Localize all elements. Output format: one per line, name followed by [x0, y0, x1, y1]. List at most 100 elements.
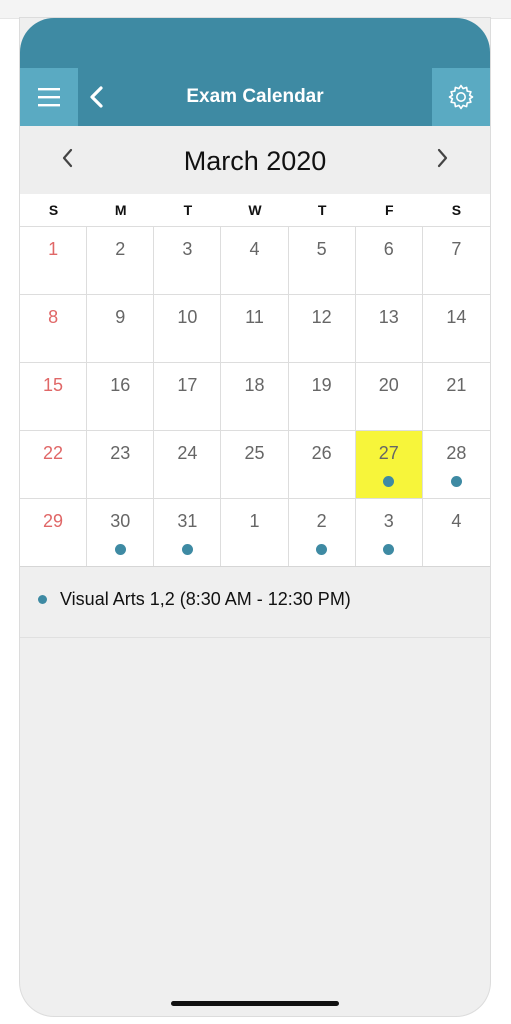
event-dot-icon — [114, 544, 126, 555]
calendar-day[interactable]: 1 — [221, 499, 289, 567]
calendar-day[interactable]: 28 — [422, 431, 490, 499]
settings-button[interactable] — [432, 68, 490, 126]
calendar-day[interactable]: 3 — [154, 227, 222, 295]
calendar-day[interactable]: 16 — [87, 363, 155, 431]
calendar-day[interactable]: 11 — [221, 295, 289, 363]
calendar-day[interactable]: 22 — [20, 431, 88, 499]
status-strip — [0, 0, 511, 19]
next-month-button[interactable] — [430, 148, 454, 172]
day-number: 5 — [316, 239, 327, 259]
chevron-right-icon — [435, 148, 449, 173]
event-list: Visual Arts 1,2 (8:30 AM - 12:30 PM) — [20, 566, 490, 638]
calendar-day[interactable]: 15 — [20, 363, 88, 431]
page-title: Exam Calendar — [186, 86, 324, 107]
calendar-day[interactable]: 6 — [355, 227, 423, 295]
weekday-label: F — [384, 202, 394, 218]
weekday-label: W — [248, 202, 262, 218]
calendar-day[interactable]: 29 — [20, 499, 88, 567]
calendar-day[interactable]: 2 — [288, 499, 356, 567]
calendar-day[interactable]: 30 — [87, 499, 155, 567]
day-number: 28 — [446, 443, 467, 463]
event-text: Visual Arts 1,2 (8:30 AM - 12:30 PM) — [60, 589, 351, 609]
day-number: 14 — [446, 307, 467, 327]
day-number: 27 — [378, 443, 399, 463]
weekday-header-row: S M T W T F S — [20, 194, 490, 226]
calendar-day[interactable]: 19 — [288, 363, 356, 431]
calendar-day[interactable]: 8 — [20, 295, 88, 363]
back-button[interactable] — [82, 80, 112, 114]
weekday-label: S — [451, 202, 462, 218]
calendar-day[interactable]: 23 — [87, 431, 155, 499]
gear-icon — [447, 83, 475, 111]
calendar-day[interactable]: 24 — [154, 431, 222, 499]
day-number: 2 — [316, 511, 327, 531]
day-number: 2 — [115, 239, 126, 259]
calendar-day[interactable]: 25 — [221, 431, 289, 499]
day-number: 19 — [311, 375, 332, 395]
day-number: 22 — [43, 443, 64, 463]
weekday-label: T — [183, 202, 193, 218]
day-number: 8 — [48, 307, 59, 327]
day-number: 31 — [177, 511, 198, 531]
calendar-day-selected[interactable]: 27 — [355, 431, 423, 499]
calendar-day[interactable]: 4 — [422, 499, 490, 567]
day-number: 17 — [177, 375, 198, 395]
day-number: 6 — [383, 239, 394, 259]
event-dot-icon — [383, 544, 395, 555]
chevron-left-icon — [61, 148, 75, 173]
weekday-label: T — [317, 202, 327, 218]
menu-button[interactable] — [20, 68, 78, 126]
chevron-left-icon — [89, 85, 105, 109]
calendar-day[interactable]: 13 — [355, 295, 423, 363]
day-number: 25 — [244, 443, 265, 463]
day-number: 11 — [245, 307, 264, 327]
day-number: 3 — [182, 239, 193, 259]
calendar-day[interactable]: 5 — [288, 227, 356, 295]
day-number: 18 — [244, 375, 265, 395]
month-title: March 2020 — [183, 146, 327, 176]
calendar-day[interactable]: 2 — [87, 227, 155, 295]
day-number: 10 — [177, 307, 198, 327]
day-number: 13 — [378, 307, 399, 327]
day-number: 24 — [177, 443, 198, 463]
event-dot-icon — [383, 476, 395, 487]
calendar-day[interactable]: 21 — [422, 363, 490, 431]
calendar-day[interactable]: 9 — [87, 295, 155, 363]
day-number: 30 — [110, 511, 131, 531]
day-number: 1 — [249, 511, 260, 531]
day-number: 29 — [43, 511, 64, 531]
calendar-grid: 1 2 3 4 5 6 7 8 9 10 11 12 13 14 15 16 17 18 19 20 21 22 23 24 2… — [20, 226, 490, 567]
calendar-day[interactable]: 3 — [355, 499, 423, 567]
header-bar: Exam Calendar — [20, 18, 490, 126]
event-dot-icon — [450, 476, 462, 487]
calendar-day[interactable]: 10 — [154, 295, 222, 363]
month-navigator: March 2020 — [20, 126, 490, 194]
day-number: 20 — [378, 375, 399, 395]
day-number: 21 — [446, 375, 467, 395]
home-indicator[interactable] — [171, 1001, 339, 1006]
calendar-day[interactable]: 26 — [288, 431, 356, 499]
event-dot-icon — [181, 544, 193, 555]
day-number: 16 — [110, 375, 131, 395]
calendar-day[interactable]: 1 — [20, 227, 88, 295]
calendar-day[interactable]: 31 — [154, 499, 222, 567]
calendar-day[interactable]: 17 — [154, 363, 222, 431]
day-number: 4 — [249, 239, 260, 259]
calendar-day[interactable]: 14 — [422, 295, 490, 363]
calendar-day[interactable]: 12 — [288, 295, 356, 363]
previous-month-button[interactable] — [56, 148, 80, 172]
day-number: 15 — [43, 375, 64, 395]
calendar-day[interactable]: 7 — [422, 227, 490, 295]
event-item[interactable]: Visual Arts 1,2 (8:30 AM - 12:30 PM) — [38, 589, 351, 610]
event-dot-icon — [316, 544, 328, 555]
day-number: 23 — [110, 443, 131, 463]
day-number: 4 — [451, 511, 462, 531]
day-number: 3 — [383, 511, 394, 531]
calendar-day[interactable]: 18 — [221, 363, 289, 431]
day-number: 7 — [451, 239, 462, 259]
day-number: 9 — [115, 307, 126, 327]
calendar-day[interactable]: 20 — [355, 363, 423, 431]
day-number: 1 — [48, 239, 59, 259]
calendar-day[interactable]: 4 — [221, 227, 289, 295]
hamburger-menu-icon — [37, 86, 61, 108]
